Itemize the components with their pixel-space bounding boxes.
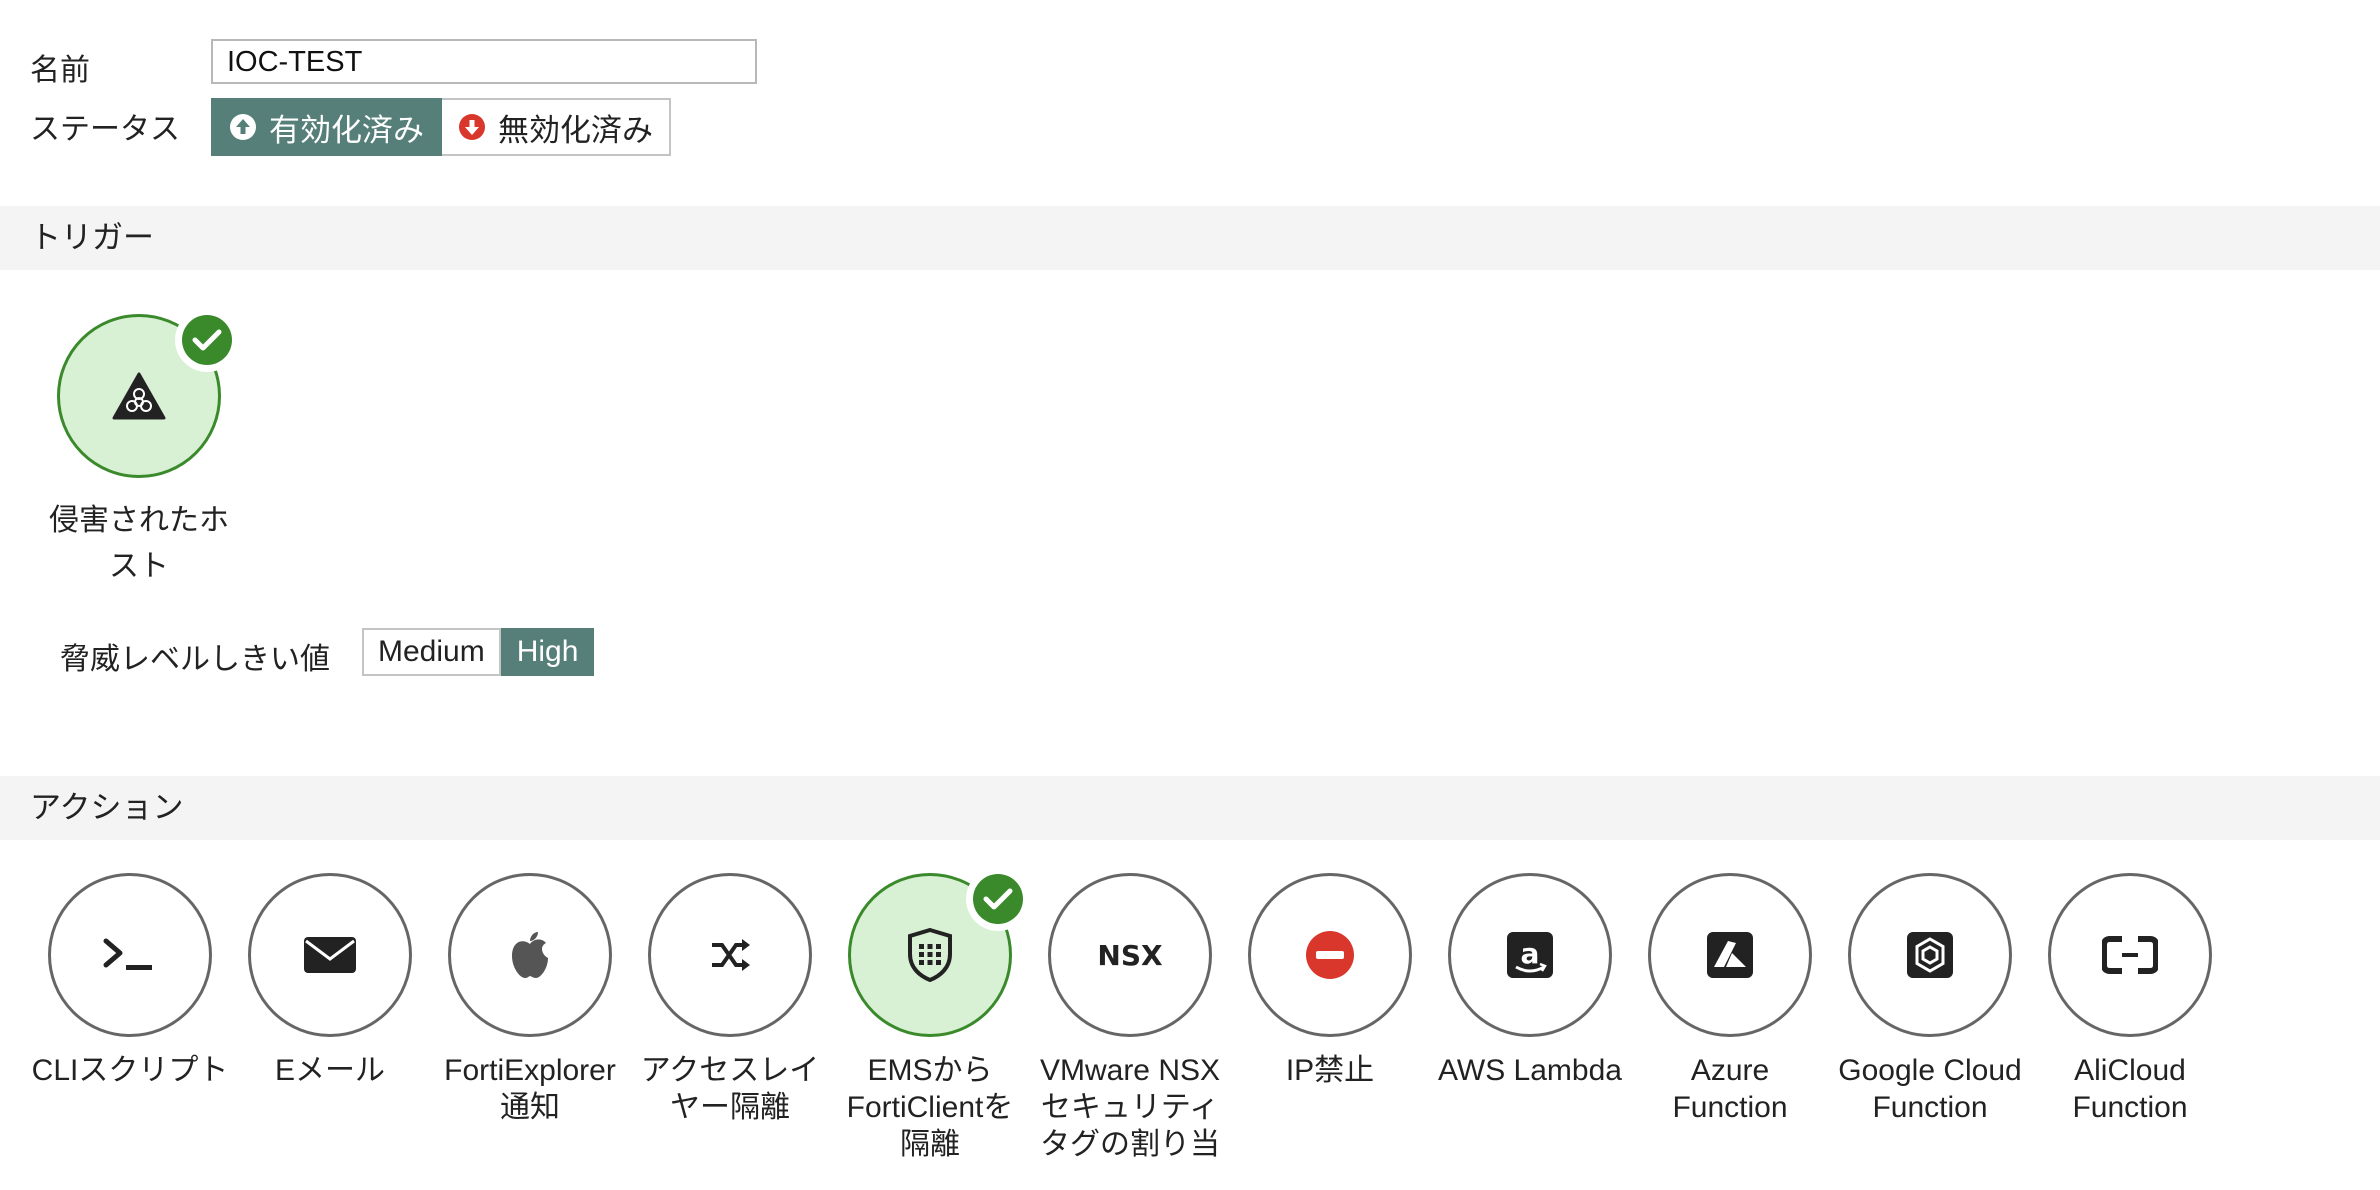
action-circle[interactable] [648, 873, 812, 1037]
action-label: Eメール [274, 1054, 385, 1087]
threshold-medium-button[interactable]: Medium [362, 628, 501, 676]
action-item-9[interactable] [1648, 873, 1812, 1037]
action-item-10[interactable] [1848, 873, 2012, 1037]
action-item-4[interactable] [648, 873, 812, 1037]
ban-icon [1305, 930, 1355, 980]
name-label: 名前 [30, 54, 90, 87]
svg-text:a: a [1521, 937, 1540, 970]
action-circle[interactable] [248, 873, 412, 1037]
action-label: アクセスレイ ヤー隔離 [640, 1054, 820, 1124]
trigger-label: 侵害されたホ スト [49, 504, 229, 583]
action-label: Azure Function [1672, 1054, 1788, 1124]
name-input[interactable]: IOC-TEST [211, 39, 757, 84]
threshold-label: 脅威レベルしきい値 [60, 643, 330, 676]
google-cloud-icon [1906, 931, 1954, 979]
nsx-icon: NSX [1097, 938, 1163, 972]
action-label: AliCloud Function [2072, 1054, 2188, 1124]
shuffle-icon [708, 935, 752, 975]
status-disabled-label: 無効化済み [498, 112, 653, 148]
trigger-section-header [0, 206, 2380, 270]
action-item-6[interactable]: NSX [1048, 873, 1212, 1037]
amazon-icon: a [1506, 931, 1554, 979]
action-circle[interactable] [48, 873, 212, 1037]
trigger-compromised-host[interactable] [57, 308, 239, 478]
actions-section-header [0, 776, 2380, 840]
arrow-down-circle-icon [459, 114, 485, 140]
trigger-section-title: トリガー [30, 220, 154, 255]
action-item-7[interactable] [1248, 873, 1412, 1037]
action-item-2[interactable] [248, 873, 412, 1037]
arrow-up-circle-icon [230, 114, 256, 140]
terminal-icon [102, 935, 158, 975]
action-item-8[interactable]: a [1448, 873, 1612, 1037]
action-label: CLIスクリプト [31, 1054, 229, 1087]
action-label: Google Cloud Function [1838, 1054, 2022, 1124]
action-item-1[interactable] [48, 873, 212, 1037]
biohazard-icon [112, 372, 166, 420]
action-item-11[interactable] [2048, 873, 2212, 1037]
status-enabled-label: 有効化済み [269, 112, 424, 148]
action-circle[interactable]: a [1448, 873, 1612, 1037]
action-circle[interactable] [2048, 873, 2212, 1037]
action-circle[interactable] [1248, 873, 1412, 1037]
action-label: FortiExplorer 通知 [444, 1054, 616, 1124]
action-item-3[interactable] [448, 873, 612, 1037]
status-disabled-button[interactable]: 無効化済み [442, 98, 671, 156]
alicloud-icon [2102, 935, 2158, 975]
status-label: ステータス [30, 113, 180, 146]
status-enabled-button[interactable]: 有効化済み [211, 98, 442, 156]
apple-icon [508, 930, 552, 980]
selected-check-icon [966, 867, 1030, 931]
azure-icon [1706, 931, 1754, 979]
fortinet-shield-icon [906, 928, 954, 982]
action-label: IP禁止 [1285, 1054, 1375, 1087]
action-label: VMware NSX セキュリティ タグの割り当 [1039, 1054, 1221, 1161]
threshold-toggle: Medium High [362, 628, 595, 676]
selected-check-icon [175, 308, 239, 372]
action-label: EMSから FortiClientを 隔離 [846, 1054, 1014, 1161]
actions-section-title: アクション [30, 790, 184, 825]
action-circle[interactable] [1848, 873, 2012, 1037]
envelope-icon [302, 935, 358, 975]
action-circle[interactable] [448, 873, 612, 1037]
status-toggle: 有効化済み 無効化済み [211, 98, 671, 156]
threshold-high-button[interactable]: High [500, 628, 595, 676]
action-circle[interactable] [1648, 873, 1812, 1037]
action-label: AWS Lambda [1438, 1054, 1622, 1087]
action-item-5[interactable] [848, 867, 1030, 1037]
action-circle[interactable]: NSX [1048, 873, 1212, 1037]
